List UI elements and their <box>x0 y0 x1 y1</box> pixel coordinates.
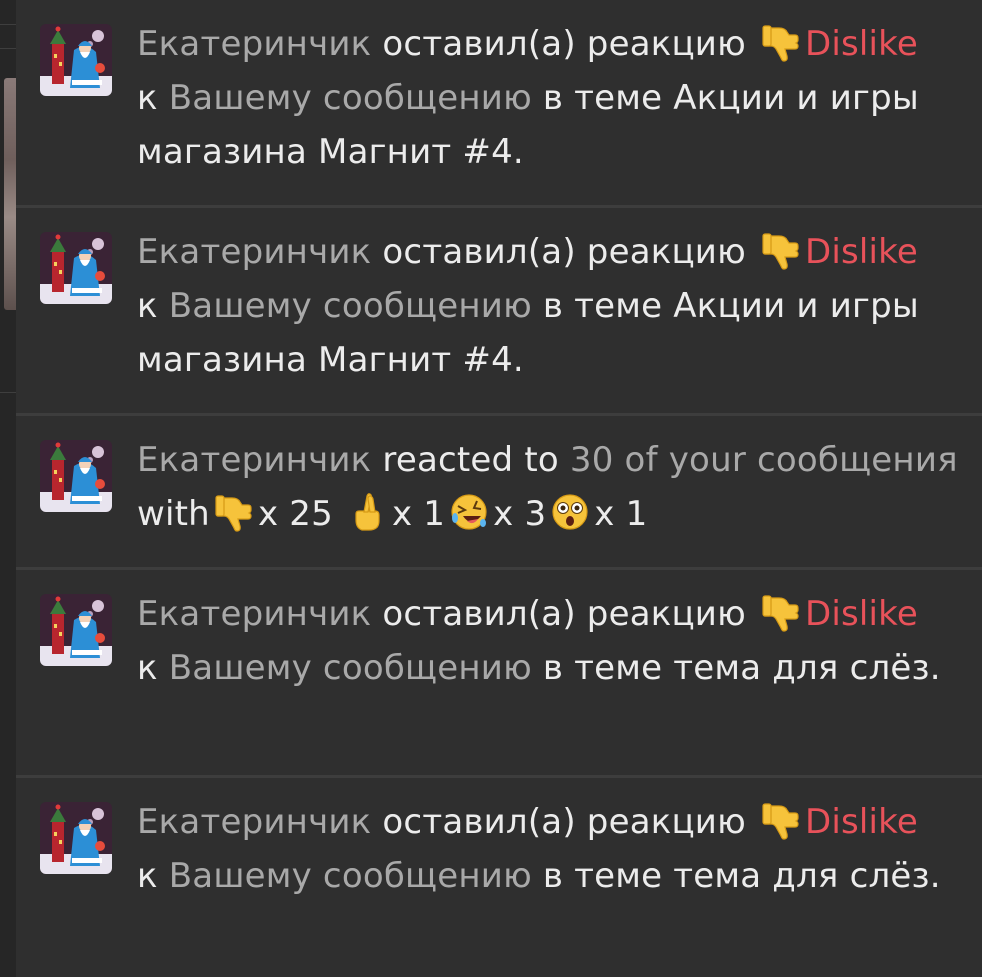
avatar[interactable] <box>40 594 112 666</box>
notification-text: Екатеринчик оставил(а) реакцию Dislike к… <box>137 17 967 179</box>
action-text: оставил(а) реакцию <box>382 802 746 842</box>
notification-item[interactable]: Екатеринчик оставил(а) реакцию Dislike к… <box>16 778 982 977</box>
background-thumbnail <box>4 78 16 310</box>
messages-count-link[interactable]: 30 of your сообщения <box>570 440 958 480</box>
message-link[interactable]: Вашему сообщению <box>169 856 532 896</box>
reaction-count: x 1 <box>594 494 648 534</box>
notification-text: Екатеринчик reacted to 30 of your сообще… <box>137 433 967 541</box>
reaction-count: x 25 <box>257 494 333 534</box>
notification-item[interactable]: Екатеринчик оставил(а) реакцию Dislike к… <box>16 208 982 416</box>
action-text: оставил(а) реакцию <box>382 24 746 64</box>
message-link[interactable]: Вашему сообщению <box>169 648 532 688</box>
in-topic-text: в теме <box>542 648 663 688</box>
with-text: with <box>137 494 210 534</box>
notification-item[interactable]: Екатеринчик reacted to 30 of your сообще… <box>16 416 982 570</box>
in-topic-text: в теме <box>542 78 663 118</box>
notification-text: Екатеринчик оставил(а) реакцию Dislike к… <box>137 795 967 903</box>
reaction-count: x 1 <box>391 494 446 534</box>
username-link[interactable]: Екатеринчик <box>137 24 371 64</box>
in-topic-text: в теме <box>542 856 663 896</box>
avatar[interactable] <box>40 802 112 874</box>
crossed-fingers-icon <box>348 492 388 532</box>
to-prefix: к <box>137 856 158 896</box>
notification-item[interactable]: Екатеринчик оставил(а) реакцию Dislike к… <box>16 0 982 208</box>
avatar[interactable] <box>40 232 112 304</box>
thumbs-down-icon <box>214 492 254 532</box>
thumbs-down-icon <box>761 230 801 270</box>
notifications-page: Екатеринчик оставил(а) реакцию Dislike к… <box>0 0 982 977</box>
username-link[interactable]: Екатеринчик <box>137 594 371 634</box>
reacted-to-text: reacted to <box>382 440 559 480</box>
notification-list: Екатеринчик оставил(а) реакцию Dislike к… <box>16 0 982 977</box>
topic-title: тема для слёз. <box>673 648 941 688</box>
notification-text: Екатеринчик оставил(а) реакцию Dislike к… <box>137 225 967 387</box>
username-link[interactable]: Екатеринчик <box>137 232 371 272</box>
message-link[interactable]: Вашему сообщению <box>169 78 532 118</box>
reaction-label: Dislike <box>804 594 918 634</box>
avatar[interactable] <box>40 440 112 512</box>
to-prefix: к <box>137 286 158 326</box>
to-prefix: к <box>137 648 158 688</box>
reaction-count: x 3 <box>493 494 547 534</box>
rofl-icon <box>449 492 489 532</box>
username-link[interactable]: Екатеринчик <box>137 440 371 480</box>
username-link[interactable]: Екатеринчик <box>137 802 371 842</box>
reaction-label: Dislike <box>804 802 918 842</box>
message-link[interactable]: Вашему сообщению <box>169 286 532 326</box>
in-topic-text: в теме <box>542 286 663 326</box>
thumbs-down-icon <box>761 800 801 840</box>
reaction-label: Dislike <box>804 232 918 272</box>
to-prefix: к <box>137 78 158 118</box>
background-page-edge <box>0 0 16 977</box>
thumbs-down-icon <box>761 592 801 632</box>
notification-item[interactable]: Екатеринчик оставил(а) реакцию Dislike к… <box>16 570 982 778</box>
action-text: оставил(а) реакцию <box>382 594 746 634</box>
action-text: оставил(а) реакцию <box>382 232 746 272</box>
topic-title: тема для слёз. <box>673 856 941 896</box>
thumbs-down-icon <box>761 22 801 62</box>
notification-text: Екатеринчик оставил(а) реакцию Dislike к… <box>137 587 967 695</box>
astonished-face-icon <box>550 492 590 532</box>
avatar[interactable] <box>40 24 112 96</box>
reaction-label: Dislike <box>804 24 918 64</box>
